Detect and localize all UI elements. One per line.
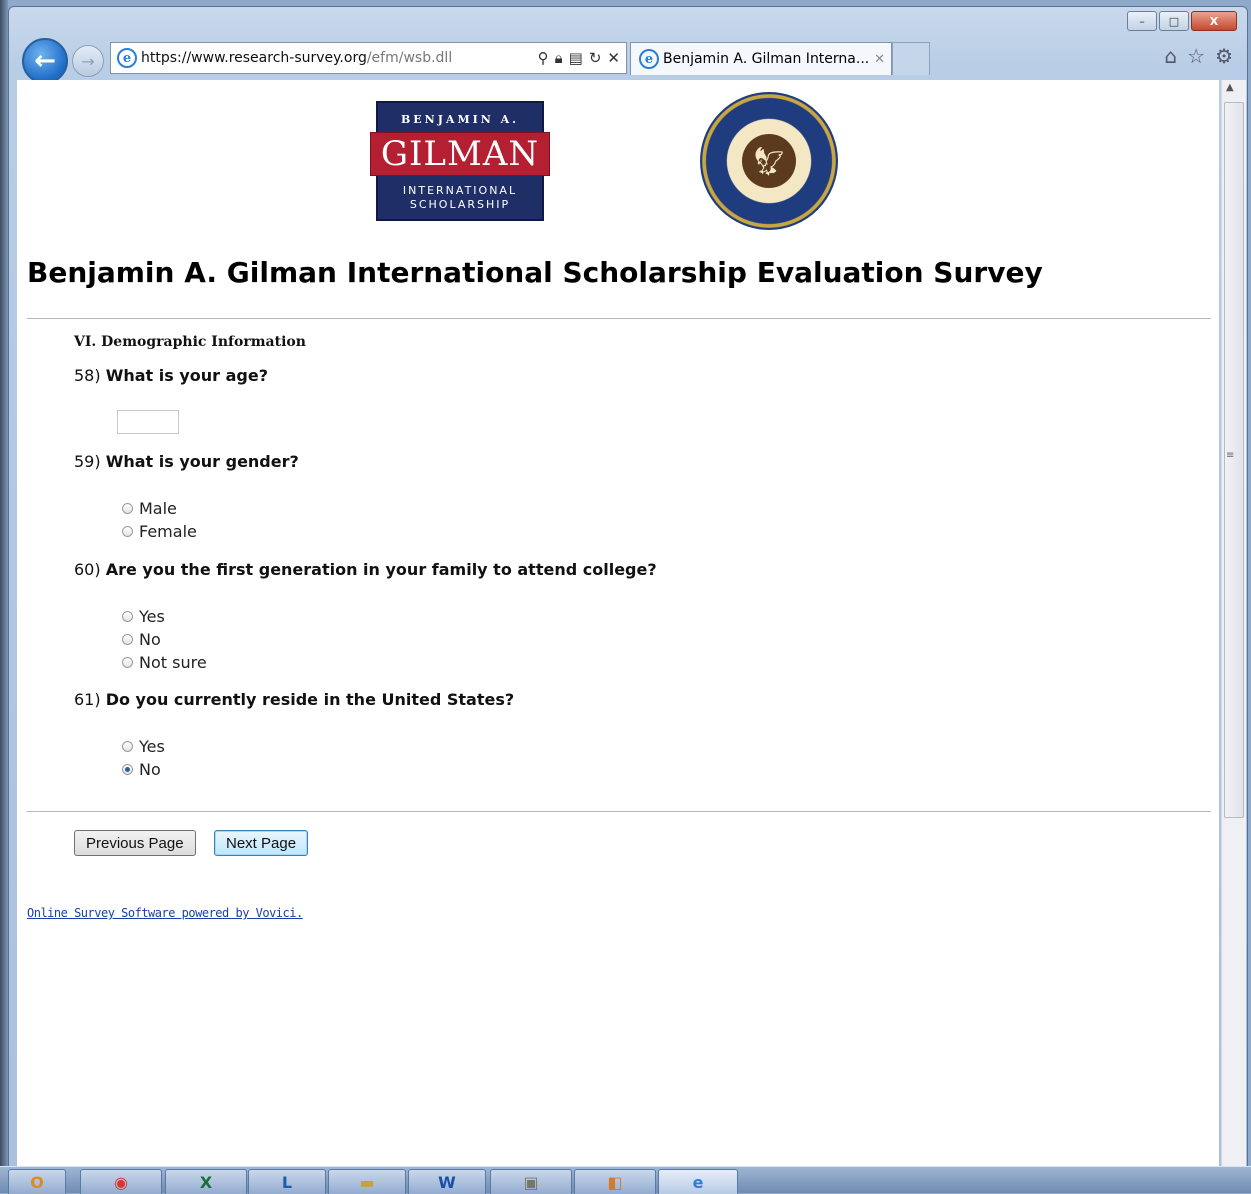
tab-active[interactable]: e Benjamin A. Gilman Interna... ✕ [630, 42, 892, 75]
caption-buttons: – □ X [1127, 11, 1237, 31]
option-label: Female [139, 522, 197, 541]
option-label: Yes [139, 607, 165, 626]
forward-arrow-icon: → [81, 51, 95, 71]
minimize-button[interactable]: – [1127, 11, 1157, 31]
gilman-logo-subtitle: INTERNATIONAL SCHOLARSHIP [378, 184, 542, 212]
question-59: 59) What is your gender? [74, 452, 299, 471]
excel-icon[interactable]: X [165, 1169, 247, 1194]
question-text: Are you the first generation in your fam… [105, 560, 657, 579]
new-tab-button[interactable] [892, 42, 930, 75]
outlook-reminder-icon[interactable]: ◧ [574, 1169, 656, 1194]
scroll-up-arrow-icon[interactable]: ▲ [1226, 82, 1234, 93]
gilman-logo-sub2: SCHOLARSHIP [409, 198, 511, 211]
reside-us-option-no[interactable]: No [122, 760, 161, 779]
forward-button[interactable]: → [72, 45, 104, 77]
department-of-state-seal: 🦅︎ [700, 92, 838, 230]
explorer-icon[interactable]: ▬ [328, 1169, 406, 1194]
option-label: Male [139, 499, 177, 518]
browser-tools: ⌂ ☆ ⚙ [1164, 44, 1233, 68]
radio-button-selected[interactable] [122, 764, 133, 775]
ie-icon[interactable]: e [658, 1169, 738, 1194]
divider [27, 811, 1211, 812]
first-gen-option-no[interactable]: No [122, 630, 161, 649]
maximize-button[interactable]: □ [1159, 11, 1189, 31]
url-path: /efm/wsb.dll [366, 50, 453, 66]
radio-button[interactable] [122, 657, 133, 668]
gilman-logo-name: GILMAN [370, 132, 550, 176]
vovici-footer-link[interactable]: Online Survey Software powered by Vovici… [27, 906, 303, 920]
gilman-logo-top: BENJAMIN A. [400, 113, 520, 126]
address-bar[interactable]: e https://www.research-survey.org/efm/ws… [110, 42, 627, 74]
option-label: Not sure [139, 653, 207, 672]
question-number: 60) [74, 560, 101, 579]
ie-icon: e [117, 48, 137, 68]
question-text: Do you currently reside in the United St… [105, 690, 515, 709]
gender-option-male[interactable]: Male [122, 499, 177, 518]
lock-icon[interactable]: 🔒︎ [555, 49, 563, 67]
question-58: 58) What is your age? [74, 366, 268, 385]
close-window-button[interactable]: X [1191, 11, 1237, 31]
previous-page-button[interactable]: Previous Page [74, 830, 196, 856]
question-60: 60) Are you the first generation in your… [74, 560, 657, 579]
option-label: No [139, 630, 161, 649]
word-icon[interactable]: W [408, 1169, 486, 1194]
option-label: Yes [139, 737, 165, 756]
section-title: VI. Demographic Information [74, 334, 306, 350]
reside-us-option-yes[interactable]: Yes [122, 737, 165, 756]
page-content: BENJAMIN A. GILMAN INTERNATIONAL SCHOLAR… [17, 80, 1219, 1166]
question-number: 59) [74, 452, 101, 471]
favorites-star-icon[interactable]: ☆ [1187, 44, 1205, 68]
question-61: 61) Do you currently reside in the Unite… [74, 690, 514, 709]
back-arrow-icon: ← [34, 46, 56, 76]
option-label: No [139, 760, 161, 779]
divider [27, 318, 1211, 319]
chrome-icon[interactable]: ◉ [80, 1169, 162, 1194]
refresh-icon[interactable]: ↻ [589, 49, 602, 67]
stop-icon[interactable]: ✕ [607, 49, 620, 67]
compat-view-icon[interactable]: ▤ [569, 49, 583, 67]
gender-option-female[interactable]: Female [122, 522, 197, 541]
address-tools: ⚲ 🔒︎ ▤ ↻ ✕ [538, 49, 620, 67]
radio-button[interactable] [122, 503, 133, 514]
radio-button[interactable] [122, 611, 133, 622]
radio-button[interactable] [122, 634, 133, 645]
eagle-icon: 🦅︎ [742, 134, 796, 188]
question-number: 58) [74, 366, 101, 385]
first-gen-option-yes[interactable]: Yes [122, 607, 165, 626]
url-host: https://www.research-survey.org [141, 50, 367, 66]
search-icon[interactable]: ⚲ [538, 49, 549, 67]
desktop-edge [0, 0, 8, 1192]
gilman-scholarship-logo: BENJAMIN A. GILMAN INTERNATIONAL SCHOLAR… [370, 101, 550, 221]
page-title: Benjamin A. Gilman International Scholar… [27, 256, 1043, 289]
windows-taskbar: O ◉ X L ▬ W ▣ ◧ e [0, 1166, 1251, 1194]
lync-icon[interactable]: L [248, 1169, 326, 1194]
radio-button[interactable] [122, 526, 133, 537]
settings-gear-icon[interactable]: ⚙ [1215, 44, 1233, 68]
gilman-logo-sub1: INTERNATIONAL [402, 184, 518, 197]
scroll-grip-icon: ≡ [1226, 450, 1235, 461]
outlook-icon[interactable]: O [8, 1169, 66, 1194]
tab-title: Benjamin A. Gilman Interna... [663, 51, 870, 67]
tab-close-icon[interactable]: ✕ [874, 52, 885, 67]
question-text: What is your age? [105, 366, 268, 385]
age-input[interactable] [117, 410, 179, 434]
radio-button[interactable] [122, 741, 133, 752]
notepad-icon[interactable]: ▣ [490, 1169, 572, 1194]
tab-ie-icon: e [639, 49, 659, 69]
home-icon[interactable]: ⌂ [1164, 44, 1177, 68]
question-text: What is your gender? [105, 452, 299, 471]
next-page-button[interactable]: Next Page [214, 830, 309, 856]
vertical-scrollbar[interactable]: ▲ ≡ [1221, 80, 1246, 1166]
back-button[interactable]: ← [22, 38, 68, 84]
question-number: 61) [74, 690, 101, 709]
first-gen-option-not-sure[interactable]: Not sure [122, 653, 207, 672]
